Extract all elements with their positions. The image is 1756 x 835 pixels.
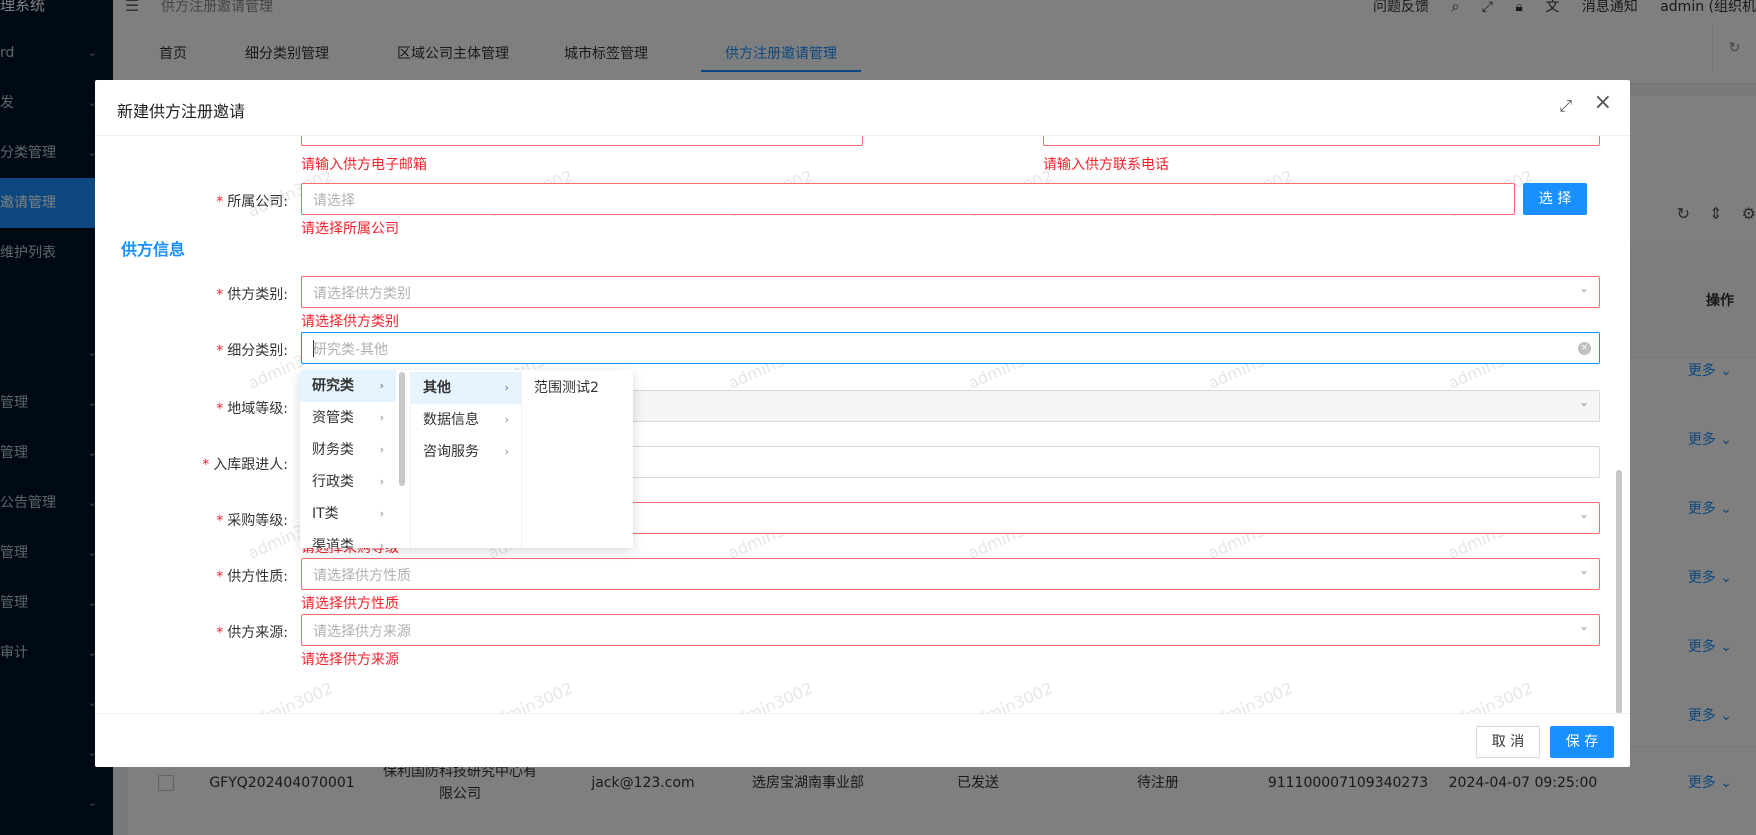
cascader-option[interactable]: IT类 › [300, 498, 396, 530]
watermark: admin3002 [1445, 678, 1536, 714]
purchase-level-label: * 采购等级: [216, 513, 288, 529]
sub-category-placeholder: 研究类-其他 [313, 342, 389, 358]
supplier-category-select[interactable]: 请选择供方类别 ⌄ [301, 276, 1600, 308]
sub-category-dropdown: 研究类 › 资管类 › 财务类 › 行政类 › IT类 › 渠道类 › 其他 › 数据信息 › … [300, 370, 633, 548]
chevron-down-icon: ⌄ [1578, 563, 1589, 577]
cascader-option[interactable]: 资管类 › [300, 402, 396, 434]
fullscreen-icon[interactable]: ⤢ [1559, 96, 1572, 116]
cascader-option[interactable]: 财务类 › [300, 434, 396, 466]
chevron-right-icon: › [379, 411, 384, 424]
cascader-scrollbar[interactable] [399, 372, 405, 486]
region-level-label: * 地域等级: [216, 401, 288, 417]
nature-error: 请选择供方性质 [301, 596, 399, 612]
clear-icon[interactable]: × [1578, 342, 1591, 355]
cascader-option[interactable]: 研究类 › [300, 370, 396, 402]
company-field[interactable]: 请选择 [301, 183, 1515, 215]
follower-label: * 入库跟进人: [202, 457, 288, 473]
sub-category-label: * 细分类别: [216, 343, 288, 359]
supplier-category-label: * 供方类别: [216, 287, 288, 303]
dialog-scrollbar[interactable] [1616, 470, 1622, 714]
sub-category-cascader[interactable]: 研究类-其他 × [301, 332, 1600, 364]
watermark: admin3002 [485, 678, 576, 714]
cascader-option[interactable]: 数据信息 › [411, 404, 521, 436]
company-error: 请选择所属公司 [301, 221, 399, 237]
chevron-right-icon: › [379, 475, 384, 488]
save-button[interactable]: 保 存 [1550, 726, 1614, 758]
source-label: * 供方来源: [216, 625, 288, 641]
cascader-column-2: 其他 › 数据信息 › 咨询服务 › [411, 370, 522, 548]
email-error: 请输入供方电子邮箱 [301, 157, 427, 173]
supplier-category-error: 请选择供方类别 [301, 314, 399, 330]
cascader-column-3: 范围测试2 [522, 370, 633, 548]
cascader-option[interactable]: 咨询服务 › [411, 436, 521, 468]
chevron-right-icon: › [379, 507, 384, 520]
company-label: * 所属公司: [216, 194, 288, 210]
section-title-supplier-info: 供方信息 [121, 240, 186, 259]
chevron-right-icon: › [504, 445, 509, 458]
phone-field[interactable] [1043, 136, 1600, 146]
watermark: admin3002 [245, 678, 336, 714]
chevron-right-icon: › [379, 379, 384, 392]
watermark: admin3002 [725, 678, 816, 714]
chevron-down-icon: ⌄ [1578, 281, 1589, 295]
chevron-down-icon: ⌄ [1578, 507, 1589, 521]
cascader-option[interactable]: 范围测试2 [522, 372, 632, 404]
watermark: admin3002 [1205, 678, 1296, 714]
cascader-option[interactable]: 其他 › [411, 372, 521, 404]
company-placeholder: 请选择 [313, 193, 355, 209]
nature-select[interactable]: 请选择供方性质 ⌄ [301, 558, 1600, 590]
dialog-header: 新建供方注册邀请 ⤢ × [95, 80, 1630, 136]
dialog-footer: 取 消 保 存 [95, 713, 1630, 767]
phone-error: 请输入供方联系电话 [1043, 157, 1169, 173]
nature-placeholder: 请选择供方性质 [313, 568, 411, 584]
cascader-column-1: 研究类 › 资管类 › 财务类 › 行政类 › IT类 › 渠道类 › [300, 370, 411, 548]
supplier-category-placeholder: 请选择供方类别 [313, 286, 411, 302]
watermark: admin3002 [965, 678, 1056, 714]
nature-label: * 供方性质: [216, 569, 288, 585]
email-field[interactable] [301, 136, 863, 146]
select-company-button[interactable]: 选 择 [1523, 183, 1587, 215]
chevron-down-icon: ⌄ [1578, 619, 1589, 633]
source-placeholder: 请选择供方来源 [313, 624, 411, 640]
source-select[interactable]: 请选择供方来源 ⌄ [301, 614, 1600, 646]
close-icon[interactable]: × [1594, 92, 1612, 114]
cancel-button[interactable]: 取 消 [1476, 726, 1540, 758]
chevron-right-icon: › [504, 413, 509, 426]
cascader-option[interactable]: 行政类 › [300, 466, 396, 498]
source-error: 请选择供方来源 [301, 652, 399, 668]
chevron-right-icon: › [379, 539, 384, 548]
dialog-title: 新建供方注册邀请 [117, 102, 246, 121]
chevron-right-icon: › [379, 443, 384, 456]
cascader-option[interactable]: 渠道类 › [300, 530, 396, 548]
chevron-right-icon: › [504, 381, 509, 394]
chevron-down-icon: ⌄ [1578, 395, 1589, 409]
